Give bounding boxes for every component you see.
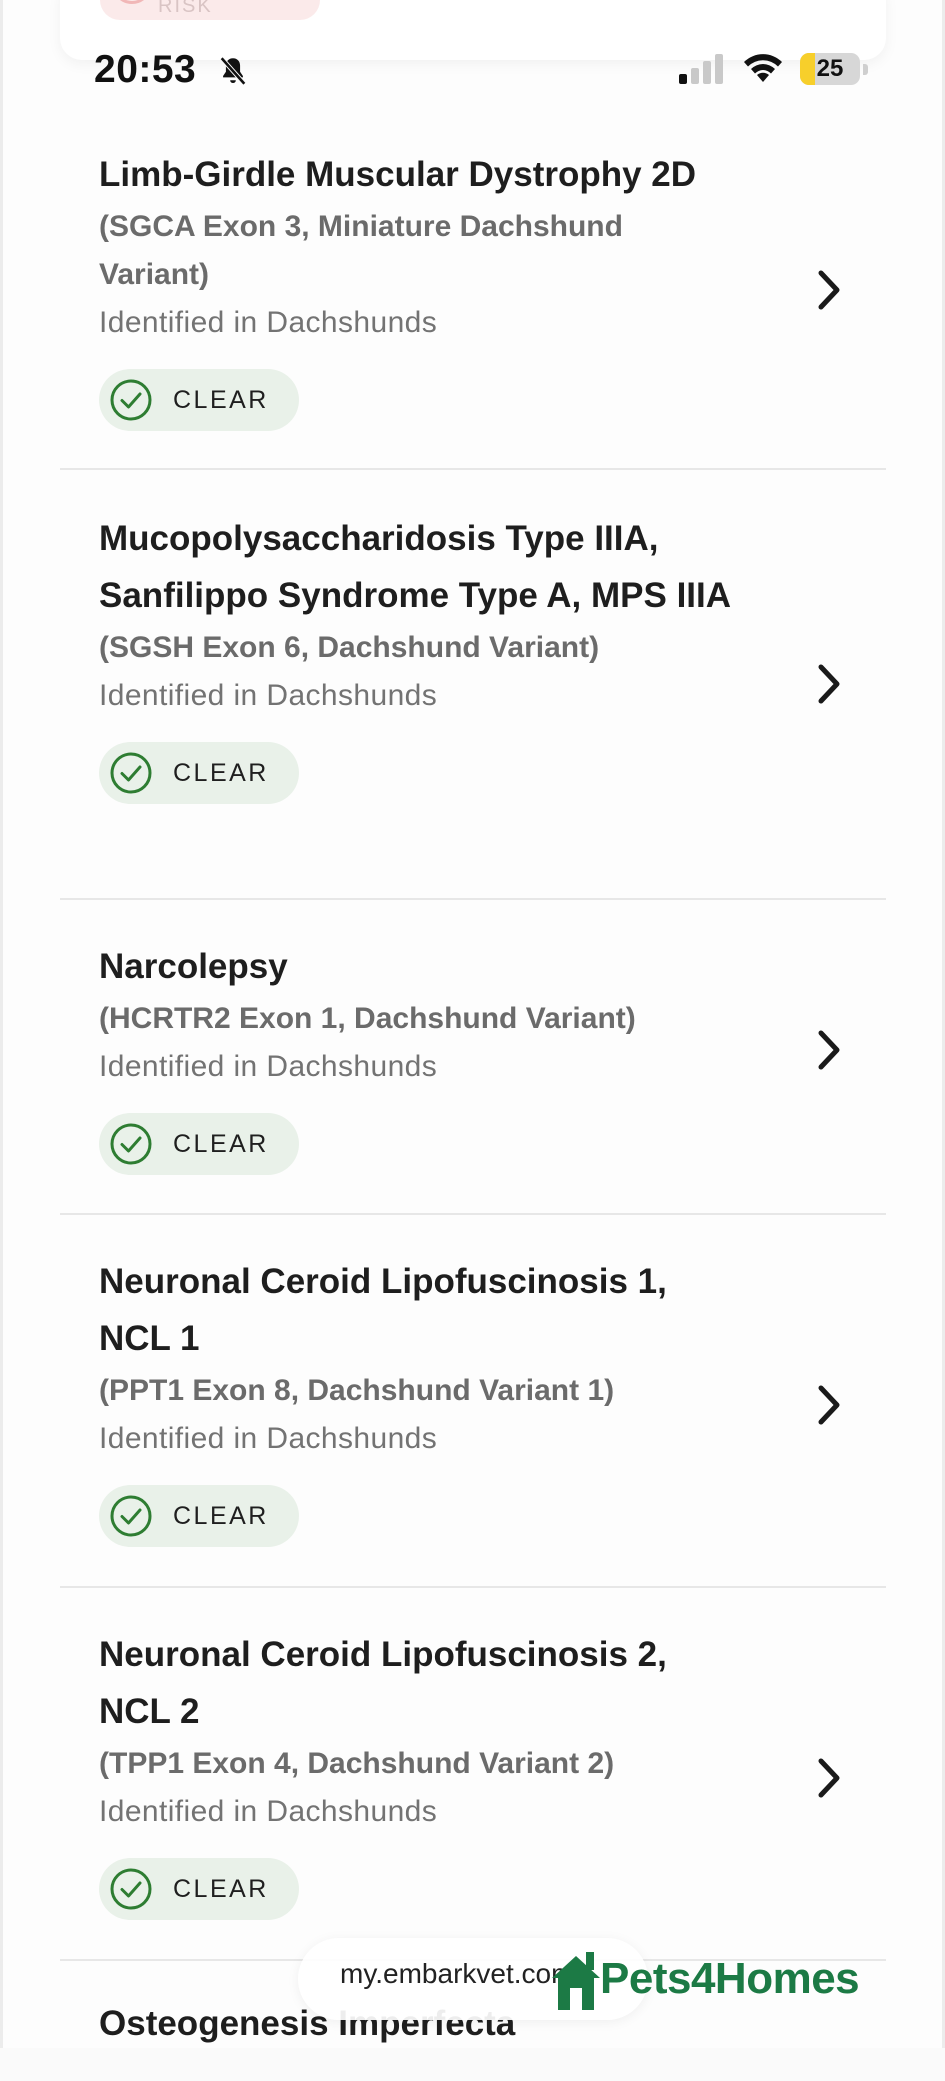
condition-row[interactable]: Neuronal Ceroid Lipofuscinosis 2, NCL 2 … [60,1588,886,1961]
page: INCREASED RISK 20:53 25 [0,0,945,2048]
condition-variant: (SGCA Exon 3, Miniature Dachshund Varian… [99,210,623,291]
chevron-right-icon[interactable] [814,1756,844,1800]
cellular-signal-icon [679,54,723,84]
condition-variant: (TPP1 Exon 4, Dachshund Variant 2) [99,1747,615,1780]
chevron-right-icon[interactable] [814,1383,844,1427]
house-logo-icon [552,1952,600,2010]
check-circle-icon [110,1495,152,1537]
clear-status-badge: CLEAR [99,1485,299,1547]
check-circle-icon [110,379,152,421]
condition-row[interactable]: Limb-Girdle Muscular Dystrophy 2D (SGCA … [60,110,886,470]
status-label: CLEAR [173,385,269,414]
left-edge [0,0,3,2048]
chevron-right-icon[interactable] [814,1028,844,1072]
condition-title: Limb-Girdle Muscular Dystrophy 2D [99,155,697,194]
check-circle-icon [110,1868,152,1910]
browser-url[interactable]: my.embarkvet.com [340,1958,574,1990]
clear-status-badge: CLEAR [99,742,299,804]
condition-title: Narcolepsy [99,947,288,986]
condition-title: Mucopolysaccharidosis Type IIIA, Sanfili… [99,519,732,615]
condition-identified-in: Identified in Dachshunds [99,306,438,339]
clear-status-badge: CLEAR [99,1113,299,1175]
increased-risk-badge: INCREASED RISK [100,0,320,20]
check-circle-icon [110,752,152,794]
condition-variant: (SGSH Exon 6, Dachshund Variant) [99,631,600,664]
chevron-right-icon[interactable] [814,662,844,706]
status-label: CLEAR [173,1874,269,1903]
condition-identified-in: Identified in Dachshunds [99,1422,438,1455]
status-bar: 20:53 25 [0,40,945,100]
condition-identified-in: Identified in Dachshunds [99,1050,438,1083]
status-label: CLEAR [173,758,269,787]
condition-identified-in: Identified in Dachshunds [99,1795,438,1828]
condition-title: Neuronal Ceroid Lipofuscinosis 1, NCL 1 [99,1262,667,1358]
bell-slash-icon [219,56,247,86]
condition-row[interactable]: Narcolepsy (HCRTR2 Exon 1, Dachshund Var… [60,900,886,1215]
increased-risk-label: INCREASED RISK [158,0,213,17]
risk-icon [112,0,152,4]
genetic-conditions-list: Limb-Girdle Muscular Dystrophy 2D (SGCA … [60,110,886,2081]
clear-status-badge: CLEAR [99,1858,299,1920]
check-circle-icon [110,1123,152,1165]
condition-title: Neuronal Ceroid Lipofuscinosis 2, NCL 2 [99,1635,667,1731]
condition-identified-in: Identified in Dachshunds [99,679,438,712]
pets4homes-watermark: Pets4Homes [548,1948,888,2018]
battery-percentage: 25 [816,55,844,82]
condition-variant: (PPT1 Exon 8, Dachshund Variant 1) [99,1374,615,1407]
battery-indicator: 25 [800,53,868,85]
condition-row[interactable]: Neuronal Ceroid Lipofuscinosis 1, NCL 1 … [60,1215,886,1588]
condition-variant: (HCRTR2 Exon 1, Dachshund Variant) [99,1002,636,1035]
clear-status-badge: CLEAR [99,369,299,431]
condition-row[interactable]: Mucopolysaccharidosis Type IIIA, Sanfili… [60,470,886,900]
chevron-right-icon[interactable] [814,268,844,312]
wifi-icon [744,54,782,82]
status-label: CLEAR [173,1129,269,1158]
status-time: 20:53 [94,48,197,91]
status-label: CLEAR [173,1501,269,1530]
watermark-text: Pets4Homes [600,1954,860,2003]
